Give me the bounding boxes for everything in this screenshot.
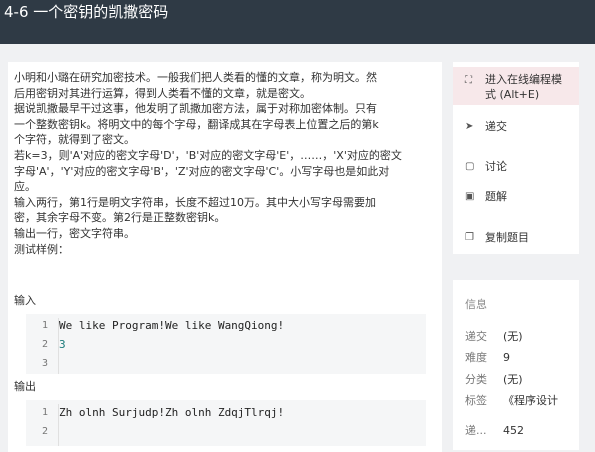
top-header: 4-6 一个密钥的凯撒密码 <box>0 0 595 44</box>
submit-button[interactable]: ➤ 递交 <box>453 118 579 136</box>
info-value: 9 <box>503 351 510 364</box>
description-line: 个字符，就得到了密文。 <box>14 133 135 147</box>
description-line: 若k=3，则'A'对应的密文字母'D'，'B'对应的密文字母'E'，……，'X'… <box>14 148 402 162</box>
online-ide-label-1: 进入在线编程模 <box>485 73 562 86</box>
expand-icon: ⛶ <box>465 75 472 86</box>
code-text: 3 <box>59 338 66 351</box>
description-line: 密，其余字母不变。第2行是正整数密钥k。 <box>14 211 226 225</box>
discuss-button[interactable]: ▢ 讨论 <box>453 158 579 176</box>
description-line: 字母'A'，'Y'对应的密文字母'B'，'Z'对应的密文字母'C'。小写字母也是… <box>14 164 390 178</box>
info-title: 信息 <box>465 298 487 311</box>
description-line: 一个整数密钥k。将明文中的每个字母，翻译成其在字母表上位置之后的第k <box>14 117 379 131</box>
info-key: 难度 <box>465 351 487 364</box>
description-line: 输入两行，第1行是明文字符串，长度不超过10万。其中大小写字母需要加 <box>14 195 376 209</box>
description-line: 测试样例： <box>14 242 69 256</box>
info-value: (无) <box>503 373 523 386</box>
description-line: 小明和小璐在研究加密技术。一般我们把人类看的懂的文章，称为明文。然 <box>14 71 377 84</box>
send-icon: ➤ <box>465 121 474 132</box>
line-number: 1 <box>41 320 48 331</box>
input-label: 输入 <box>14 294 36 307</box>
solution-icon: ▣ <box>465 191 475 202</box>
code-text: Zh olnh Surjudp!Zh olnh ZdqjTlrqj! <box>59 406 285 419</box>
info-panel: 信息 递交 (无) 难度 9 分类 (无) 标签 《程序设计 递... 452 <box>453 280 579 450</box>
info-key: 分类 <box>465 373 487 386</box>
description-line: 据说凯撒最早干过这事，他发明了凯撒加密方法，属于对称加密体制。只有 <box>14 102 377 116</box>
problem-description: 小明和小璐在研究加密技术。一般我们把人类看的懂的文章，称为明文。然 后用密钥对其… <box>14 70 424 257</box>
info-key: 递... <box>465 424 487 437</box>
output-label: 输出 <box>14 380 36 393</box>
line-number: 1 <box>41 407 48 418</box>
output-code-block[interactable]: 1 Zh olnh Surjudp!Zh olnh ZdqjTlrqj! 2 <box>26 400 426 446</box>
code-text: We like Program!We like WangQiong! <box>59 319 285 332</box>
copy-problem-button[interactable]: ❐ 复制题目 <box>453 229 579 247</box>
actions-panel: ⛶ 进入在线编程模 式 (Alt+E) ➤ 递交 ▢ 讨论 ▣ 题解 ❐ 复制题… <box>453 62 579 254</box>
copy-icon: ❐ <box>465 232 474 243</box>
info-value: (无) <box>503 330 523 343</box>
input-code-block[interactable]: 1 We like Program!We like WangQiong! 2 3… <box>26 314 426 374</box>
submit-label: 递交 <box>485 120 507 133</box>
line-number: 2 <box>41 339 48 350</box>
discuss-label: 讨论 <box>485 160 507 173</box>
description-line: 后用密钥对其进行运算，得到人类看不懂的文章，就是密文。 <box>14 86 311 100</box>
comment-icon: ▢ <box>465 161 475 172</box>
page-title: 4-6 一个密钥的凯撒密码 <box>4 3 169 21</box>
solution-label: 题解 <box>485 190 507 203</box>
description-line: 应。 <box>14 180 36 194</box>
line-number: 2 <box>41 426 48 437</box>
description-line: 输出一行，密文字符串。 <box>14 226 135 240</box>
line-number: 3 <box>41 358 48 369</box>
tag-link[interactable]: 《程序设计 <box>503 393 558 408</box>
info-value: 452 <box>503 424 524 437</box>
online-ide-label-2: 式 (Alt+E) <box>485 88 540 101</box>
solution-button[interactable]: ▣ 题解 <box>453 188 579 206</box>
copy-label: 复制题目 <box>485 231 529 244</box>
info-key: 递交 <box>465 330 487 343</box>
online-ide-button[interactable]: ⛶ 进入在线编程模 式 (Alt+E) <box>453 67 579 105</box>
problem-panel: 小明和小璐在研究加密技术。一般我们把人类看的懂的文章，称为明文。然 后用密钥对其… <box>8 62 442 452</box>
info-key: 标签 <box>465 394 487 407</box>
